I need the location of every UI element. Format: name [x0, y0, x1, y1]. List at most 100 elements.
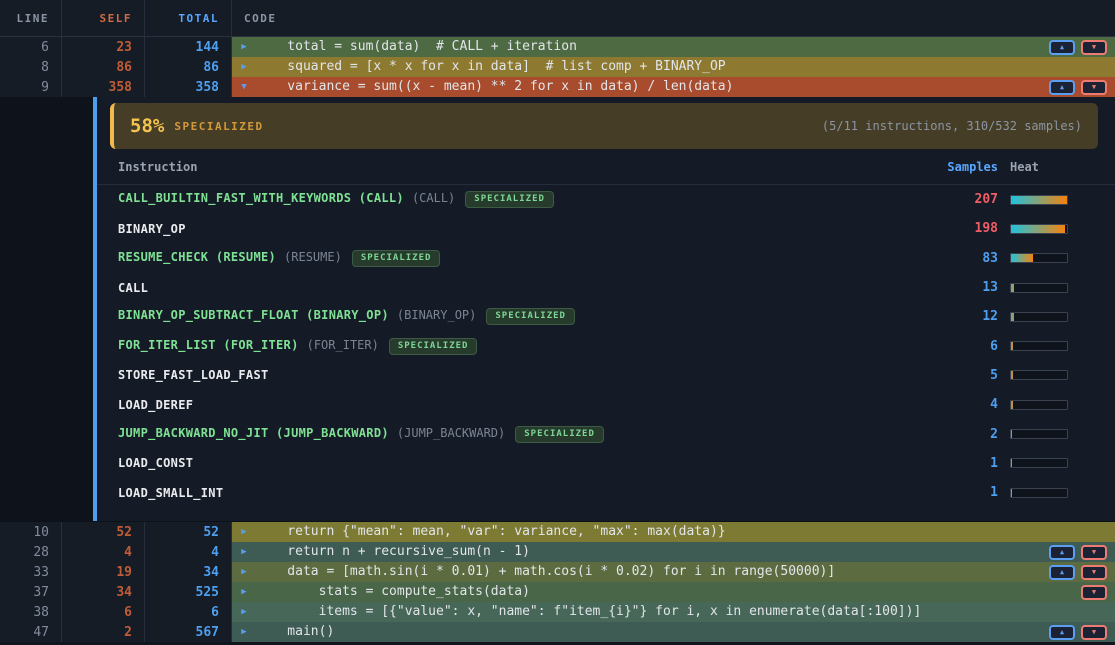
code-text: squared = [x * x for x in data] # list c…	[256, 57, 726, 77]
code-cell[interactable]: ▶ data = [math.sin(i * 0.01) + math.cos(…	[232, 562, 1115, 582]
code-line-row[interactable]: 105252▶ return {"mean": mean, "var": var…	[0, 522, 1115, 542]
code-cell[interactable]: ▶ return n + recursive_sum(n - 1)▲▼	[232, 542, 1115, 562]
heat-bar-fill	[1011, 254, 1033, 262]
line-nav-buttons: ▲▼	[1049, 625, 1115, 640]
specialized-badge: SPECIALIZED	[389, 338, 478, 355]
self-samples-cell: 19	[62, 562, 145, 582]
instruction-row: BINARY_OP198	[97, 214, 1115, 243]
line-number-cell: 37	[0, 582, 62, 602]
code-cell[interactable]: ▼ variance = sum((x - mean) ** 2 for x i…	[232, 77, 1115, 97]
instruction-name: FOR_ITER_LIST (FOR_ITER)(FOR_ITER)SPECIA…	[118, 338, 906, 355]
code-cell[interactable]: ▶ stats = compute_stats(data) ▼	[232, 582, 1115, 602]
column-header-line: LINE	[0, 0, 62, 36]
heat-bar	[1010, 195, 1068, 205]
self-samples-cell: 6	[62, 602, 145, 622]
code-line-row[interactable]: 88686▶ squared = [x * x for x in data] #…	[0, 57, 1115, 77]
line-number-cell: 33	[0, 562, 62, 582]
jump-down-button[interactable]: ▼	[1081, 565, 1107, 580]
jump-down-button[interactable]: ▼	[1081, 80, 1107, 95]
instruction-base-name: (BINARY_OP)	[397, 308, 476, 322]
code-text: data = [math.sin(i * 0.01) + math.cos(i …	[256, 562, 835, 582]
instruction-samples-value: 1	[918, 485, 998, 500]
line-number-cell: 28	[0, 542, 62, 562]
instruction-name: LOAD_SMALL_INT	[118, 486, 906, 500]
heat-bar-fill	[1011, 196, 1067, 204]
instruction-base-name: (FOR_ITER)	[307, 338, 379, 352]
instruction-name: RESUME_CHECK (RESUME)(RESUME)SPECIALIZED	[118, 250, 906, 267]
instruction-row: CALL_BUILTIN_FAST_WITH_KEYWORDS (CALL)(C…	[97, 185, 1115, 214]
expanded-line-panel-region: 58% SPECIALIZED (5/11 instructions, 310/…	[0, 97, 1115, 521]
instruction-samples-value: 1	[918, 456, 998, 471]
expander-icon[interactable]: ▶	[232, 57, 256, 77]
expander-icon[interactable]: ▶	[232, 562, 256, 582]
code-line-row[interactable]: 331934▶ data = [math.sin(i * 0.01) + mat…	[0, 562, 1115, 582]
self-samples-cell: 52	[62, 522, 145, 542]
code-cell[interactable]: ▶ main()▲▼	[232, 622, 1115, 642]
code-line-row[interactable]: 2844▶ return n + recursive_sum(n - 1)▲▼	[0, 542, 1115, 562]
instruction-samples-value: 83	[918, 251, 998, 266]
line-nav-buttons: ▲▼	[1049, 545, 1115, 560]
jump-up-button[interactable]: ▲	[1049, 80, 1075, 95]
expander-icon[interactable]: ▶	[232, 582, 256, 602]
heat-bar	[1010, 312, 1068, 322]
heat-bar	[1010, 488, 1068, 498]
line-number-cell: 9	[0, 77, 62, 97]
self-samples-cell: 2	[62, 622, 145, 642]
instruction-samples-value: 5	[918, 368, 998, 383]
heat-bar	[1010, 458, 1068, 468]
line-nav-buttons: ▲▼	[1049, 565, 1115, 580]
instruction-name: CALL_BUILTIN_FAST_WITH_KEYWORDS (CALL)(C…	[118, 191, 906, 208]
code-cell[interactable]: ▶ return {"mean": mean, "var": variance,…	[232, 522, 1115, 542]
code-line-row[interactable]: 3866▶ items = [{"value": x, "name": f"it…	[0, 602, 1115, 622]
expander-icon[interactable]: ▶	[232, 602, 256, 622]
expander-icon[interactable]: ▶	[232, 522, 256, 542]
jump-up-button[interactable]: ▲	[1049, 625, 1075, 640]
heat-bar	[1010, 253, 1068, 263]
heat-bar-fill	[1011, 225, 1065, 233]
code-text: variance = sum((x - mean) ** 2 for x in …	[256, 77, 733, 97]
instruction-base-name: (JUMP_BACKWARD)	[397, 426, 505, 440]
expander-icon[interactable]: ▶	[232, 37, 256, 57]
self-samples-cell: 34	[62, 582, 145, 602]
heat-bar	[1010, 400, 1068, 410]
code-text: return {"mean": mean, "var": variance, "…	[256, 522, 726, 542]
source-rows-bottom: 105252▶ return {"mean": mean, "var": var…	[0, 521, 1115, 642]
jump-up-button[interactable]: ▲	[1049, 565, 1075, 580]
self-samples-cell: 4	[62, 542, 145, 562]
heat-bar-fill	[1011, 459, 1012, 467]
heat-bar-fill	[1011, 371, 1013, 379]
heat-bar-fill	[1011, 401, 1013, 409]
code-text: stats = compute_stats(data)	[256, 582, 530, 602]
code-line-row[interactable]: 472567▶ main()▲▼	[0, 622, 1115, 642]
instruction-row: RESUME_CHECK (RESUME)(RESUME)SPECIALIZED…	[97, 244, 1115, 273]
heat-bar	[1010, 370, 1068, 380]
specialization-summary-banner: 58% SPECIALIZED (5/11 instructions, 310/…	[110, 103, 1098, 149]
code-cell[interactable]: ▶ items = [{"value": x, "name": f"item_{…	[232, 602, 1115, 622]
jump-up-button[interactable]: ▲	[1049, 40, 1075, 55]
instruction-detail-panel: 58% SPECIALIZED (5/11 instructions, 310/…	[97, 97, 1115, 521]
specialized-badge: SPECIALIZED	[465, 191, 554, 208]
jump-down-button[interactable]: ▼	[1081, 625, 1107, 640]
heat-bar-fill	[1011, 284, 1014, 292]
jump-down-button[interactable]: ▼	[1081, 545, 1107, 560]
jump-up-button[interactable]: ▲	[1049, 545, 1075, 560]
code-line-row[interactable]: 3734525▶ stats = compute_stats(data)▼	[0, 582, 1115, 602]
expander-icon[interactable]: ▼	[232, 77, 256, 97]
code-cell[interactable]: ▶ total = sum(data) # CALL + iteration▲▼	[232, 37, 1115, 57]
expander-icon[interactable]: ▶	[232, 542, 256, 562]
total-samples-cell: 567	[145, 622, 232, 642]
code-line-row[interactable]: 9358358▼ variance = sum((x - mean) ** 2 …	[0, 77, 1115, 97]
jump-down-button[interactable]: ▼	[1081, 585, 1107, 600]
code-line-row[interactable]: 623144▶ total = sum(data) # CALL + itera…	[0, 37, 1115, 57]
instruction-row: LOAD_CONST1	[97, 449, 1115, 478]
jump-down-button[interactable]: ▼	[1081, 40, 1107, 55]
instruction-samples-value: 12	[918, 309, 998, 324]
heat-bar	[1010, 341, 1068, 351]
instruction-row: JUMP_BACKWARD_NO_JIT (JUMP_BACKWARD)(JUM…	[97, 419, 1115, 448]
heat-bar-fill	[1011, 430, 1012, 438]
instruction-name: BINARY_OP	[118, 222, 906, 236]
code-cell[interactable]: ▶ squared = [x * x for x in data] # list…	[232, 57, 1115, 77]
instruction-row: CALL13	[97, 273, 1115, 302]
instruction-samples-value: 207	[918, 192, 998, 207]
expander-icon[interactable]: ▶	[232, 622, 256, 642]
